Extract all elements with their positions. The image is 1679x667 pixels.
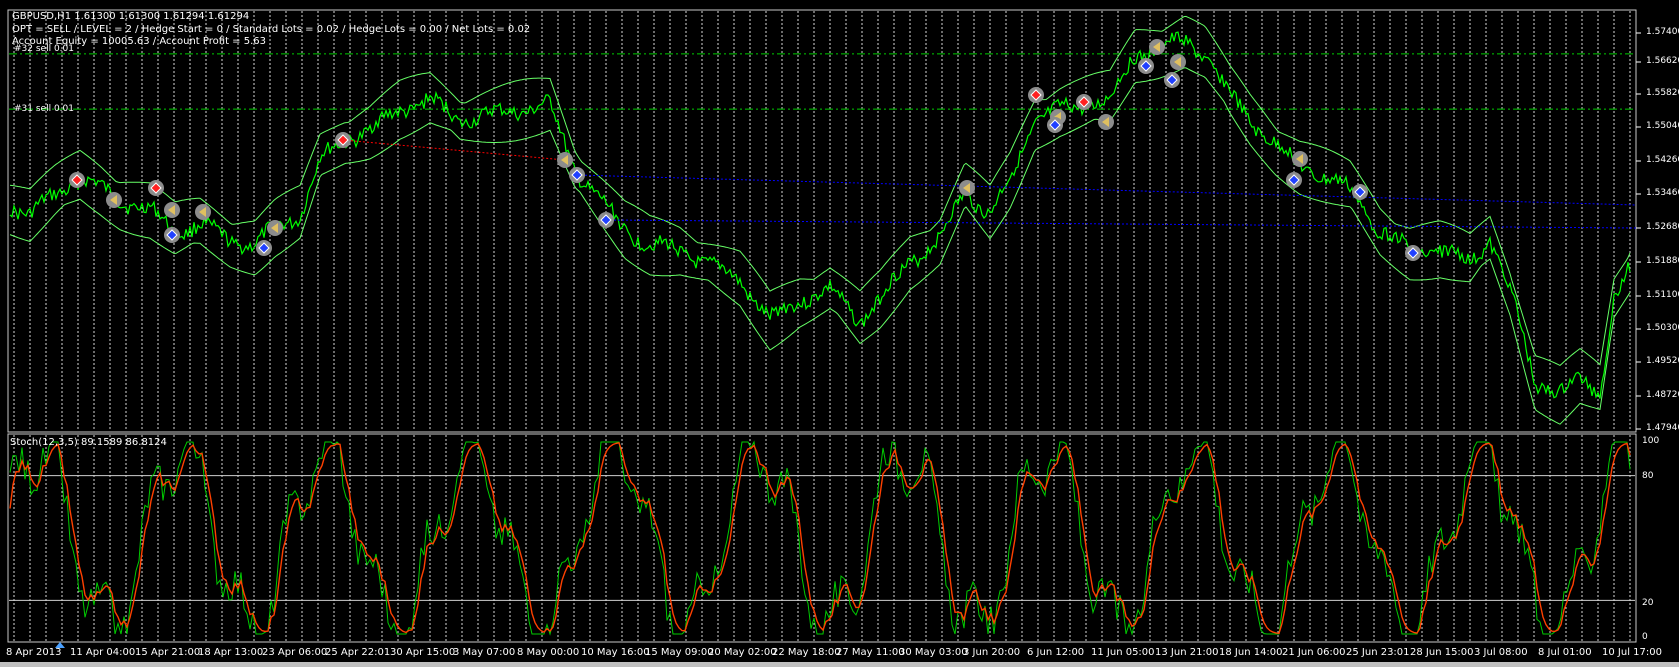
trade-marker-buy-entry[interactable] <box>569 167 585 183</box>
time-tick-label: 10 May 16:00 <box>581 647 650 658</box>
trade-marker-close[interactable] <box>557 152 573 168</box>
time-tick-label: 25 Apr 22:01 <box>325 647 391 658</box>
time-tick-label: 15 Apr 21:00 <box>135 647 201 658</box>
stoch-level-80: 80 <box>1642 471 1654 481</box>
trade-marker-close[interactable] <box>106 192 122 208</box>
price-tick-label: 1.57400 <box>1646 27 1679 37</box>
trade-marker-close[interactable] <box>267 220 283 236</box>
time-tick-label: 6 Jun 12:00 <box>1027 647 1085 658</box>
time-tick-label: 20 May 02:00 <box>708 647 777 658</box>
stoch-title: Stoch(12,3,5) 89.1589 86.8124 <box>10 437 167 448</box>
order-label-32[interactable]: #32 sell 0.01 <box>14 44 74 54</box>
chart-window[interactable]: GBPUSD,H1 1.61300 1.61300 1.61294 1.6129… <box>0 0 1679 667</box>
chart-canvas[interactable] <box>0 0 1679 667</box>
trade-marker-close[interactable] <box>195 204 211 220</box>
price-tick-label: 1.55820 <box>1646 88 1679 98</box>
time-tick-label: 22 May 18:00 <box>772 647 841 658</box>
trade-marker-buy-entry[interactable] <box>1138 58 1154 74</box>
trade-marker-buy-entry[interactable] <box>164 227 180 243</box>
trade-marker-close[interactable] <box>1170 54 1186 70</box>
price-tick-label: 1.49520 <box>1646 356 1679 366</box>
stoch-main-line <box>9 440 1631 636</box>
trade-marker-buy-entry[interactable] <box>1286 172 1302 188</box>
trend-line-blue <box>576 174 1637 206</box>
time-tick-label: 30 Apr 15:00 <box>390 647 456 658</box>
trade-marker-sell-entry[interactable] <box>1076 94 1092 110</box>
time-tick-label: 11 Apr 04:00 <box>70 647 136 658</box>
price-tick-label: 1.54260 <box>1646 155 1679 165</box>
time-tick-label: 8 May 00:00 <box>517 647 580 658</box>
time-tick-label: 27 May 11:00 <box>836 647 905 658</box>
trade-marker-close[interactable] <box>1149 39 1165 55</box>
price-tick-label: 1.50300 <box>1646 323 1679 333</box>
trend-line-red <box>342 139 566 161</box>
time-tick-label: 3 May 07:00 <box>453 647 516 658</box>
price-tick-label: 1.51880 <box>1646 256 1679 266</box>
time-tick-label: 23 Apr 06:00 <box>262 647 328 658</box>
price-tick-label: 1.48720 <box>1646 390 1679 400</box>
symbol-info-line: GBPUSD,H1 1.61300 1.61300 1.61294 1.6129… <box>12 11 250 22</box>
stoch-level-100: 100 <box>1642 436 1660 446</box>
price-tick-label: 1.51100 <box>1646 290 1679 300</box>
trend-line-blue <box>605 219 1637 229</box>
time-tick-label: 3 Jul 08:00 <box>1474 647 1528 658</box>
trade-marker-buy-entry[interactable] <box>1405 245 1421 261</box>
trade-marker-buy-entry[interactable] <box>1047 117 1063 133</box>
price-tick-label: 1.47940 <box>1646 423 1679 433</box>
price-tick-label: 1.56620 <box>1646 56 1679 66</box>
time-tick-label: 30 May 03:00 <box>899 647 968 658</box>
stoch-signal-line <box>9 441 1631 635</box>
time-tick-label: 3 Jun 20:00 <box>963 647 1021 658</box>
trade-marker-close[interactable] <box>959 180 975 196</box>
trade-marker-buy-entry[interactable] <box>1164 72 1180 88</box>
time-tick-label: 18 Jun 14:00 <box>1219 647 1283 658</box>
stoch-panel-border <box>7 433 1637 643</box>
time-tick-label: 28 Jun 15:00 <box>1410 647 1474 658</box>
time-tick-label: 25 Jun 23:01 <box>1346 647 1410 658</box>
trade-marker-close[interactable] <box>1292 151 1308 167</box>
price-tick-label: 1.52680 <box>1646 222 1679 232</box>
trade-marker-sell-entry[interactable] <box>335 132 351 148</box>
status-bar <box>0 662 1679 667</box>
time-tick-label: 8 Jul 01:00 <box>1538 647 1592 658</box>
trade-marker-buy-entry[interactable] <box>598 212 614 228</box>
trade-marker-sell-entry[interactable] <box>1028 87 1044 103</box>
time-tick-label: 10 Jul 17:00 <box>1602 647 1662 658</box>
trade-marker-close[interactable] <box>164 202 180 218</box>
stoch-level-0: 0 <box>1642 632 1648 642</box>
time-tick-label: 15 May 09:00 <box>645 647 714 658</box>
order-label-31[interactable]: #31 sell 0.01 <box>14 104 74 114</box>
trade-marker-buy-entry[interactable] <box>1352 184 1368 200</box>
trade-marker-close[interactable] <box>1098 114 1114 130</box>
price-tick-label: 1.53460 <box>1646 188 1679 198</box>
time-tick-label: 21 Jun 06:00 <box>1282 647 1346 658</box>
time-tick-label: 13 Jun 21:00 <box>1155 647 1219 658</box>
time-tick-label: 18 Apr 13:00 <box>198 647 264 658</box>
price-tick-label: 1.55040 <box>1646 121 1679 131</box>
trade-marker-buy-entry[interactable] <box>256 240 272 256</box>
stoch-level-20: 20 <box>1642 598 1654 608</box>
opt-info-line: OPT = SELL / LEVEL = 2 / Hedge Start = 0… <box>12 24 531 35</box>
trade-marker-sell-entry[interactable] <box>69 172 85 188</box>
upper-band-line <box>9 15 1631 366</box>
trade-marker-sell-entry[interactable] <box>148 180 164 196</box>
time-tick-label: 11 Jun 05:00 <box>1091 647 1155 658</box>
time-tick-label: 8 Apr 2013 <box>6 647 62 658</box>
lower-band-line <box>9 67 1631 425</box>
